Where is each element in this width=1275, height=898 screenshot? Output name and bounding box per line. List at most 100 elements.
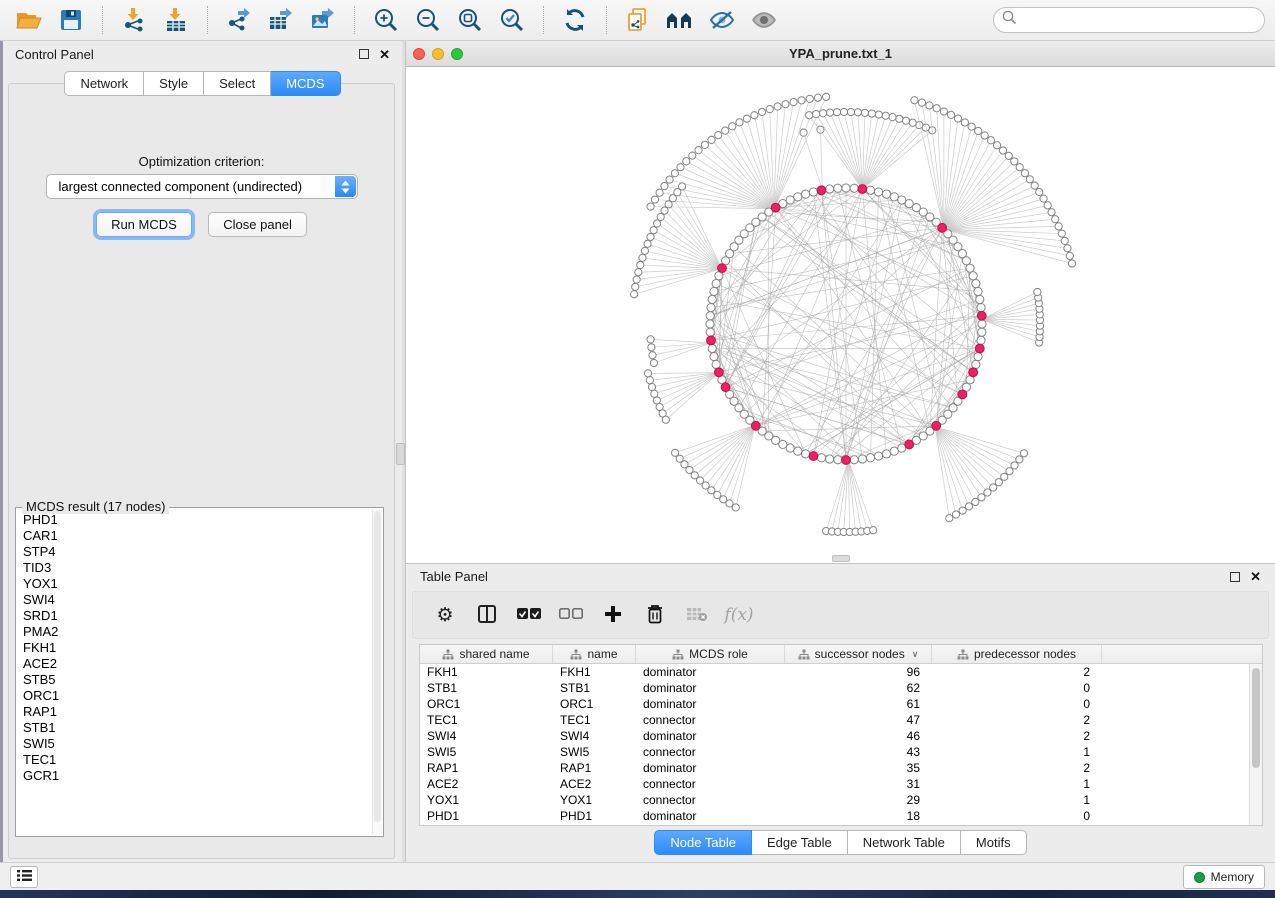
import-table-button[interactable]: [157, 4, 195, 36]
delete-table-button[interactable]: [681, 599, 713, 631]
duplicate-network-button[interactable]: [619, 4, 657, 36]
mcds-result-item[interactable]: GCR1: [23, 768, 371, 784]
mcds-result-item[interactable]: STB1: [23, 720, 371, 736]
criterion-dropdown-value: largest connected component (undirected): [59, 179, 303, 194]
table-row[interactable]: SWI5SWI5connector431: [420, 744, 1262, 760]
table-cell: 1: [932, 744, 1102, 760]
mcds-result-item[interactable]: FKH1: [23, 640, 371, 656]
mcds-result-item[interactable]: SRD1: [23, 608, 371, 624]
mcds-result-item[interactable]: PHD1: [23, 512, 371, 528]
network-canvas[interactable]: [406, 67, 1275, 563]
table-toolbar: ⚙ f(x): [412, 591, 1269, 639]
run-mcds-button[interactable]: Run MCDS: [96, 212, 192, 237]
mcds-result-item[interactable]: RAP1: [23, 704, 371, 720]
mcds-result-item[interactable]: TEC1: [23, 752, 371, 768]
export-image-button[interactable]: [304, 4, 342, 36]
table-panel: Table Panel ✕ ⚙ f(x) shared namenameMCDS…: [405, 563, 1275, 862]
tab-network-table[interactable]: Network Table: [848, 830, 961, 855]
table-cell: 1: [932, 776, 1102, 792]
mcds-result-item[interactable]: ACE2: [23, 656, 371, 672]
zoom-out-button[interactable]: [409, 4, 447, 36]
mcds-result-list[interactable]: PHD1CAR1STP4TID3YOX1SWI4SRD1PMA2FKH1ACE2…: [16, 512, 371, 836]
tab-motifs[interactable]: Motifs: [961, 830, 1027, 855]
table-row[interactable]: RAP1RAP1dominator352: [420, 760, 1262, 776]
select-all-button[interactable]: [513, 599, 545, 631]
search-input[interactable]: [1023, 13, 1256, 28]
table-settings-button[interactable]: ⚙: [429, 599, 461, 631]
close-panel-button[interactable]: Close panel: [208, 212, 307, 237]
refresh-layout-button[interactable]: [556, 4, 594, 36]
criterion-dropdown[interactable]: largest connected component (undirected): [46, 174, 358, 199]
mcds-result-item[interactable]: STP4: [23, 544, 371, 560]
table-cell: 0: [932, 680, 1102, 696]
table-row[interactable]: ORC1ORC1dominator610: [420, 696, 1262, 712]
table-row[interactable]: FKH1FKH1dominator962: [420, 664, 1262, 680]
close-panel-icon[interactable]: ✕: [379, 48, 390, 61]
network-splitter-grip[interactable]: [832, 555, 850, 562]
function-builder-button[interactable]: f(x): [723, 599, 755, 631]
table-row[interactable]: STB1STB1dominator620: [420, 680, 1262, 696]
network-window-titlebar[interactable]: YPA_prune.txt_1: [406, 41, 1275, 67]
tab-style[interactable]: Style: [144, 71, 204, 96]
deselect-all-button[interactable]: [555, 599, 587, 631]
table-row[interactable]: SWI4SWI4dominator462: [420, 728, 1262, 744]
mcds-result-item[interactable]: PMA2: [23, 624, 371, 640]
table-delete-icon: [686, 606, 708, 625]
column-header-predecessor-nodes[interactable]: predecessor nodes: [932, 645, 1102, 663]
tab-network[interactable]: Network: [64, 71, 144, 96]
first-neighbors-button[interactable]: [661, 4, 699, 36]
table-cell: connector: [636, 792, 785, 808]
hide-selected-button[interactable]: [703, 4, 741, 36]
close-table-panel-icon[interactable]: ✕: [1250, 570, 1261, 583]
mcds-result-item[interactable]: SWI5: [23, 736, 371, 752]
column-header-name[interactable]: name: [553, 645, 636, 663]
float-panel-icon[interactable]: [359, 49, 369, 59]
table-cell: 18: [785, 808, 932, 824]
mcds-result-item[interactable]: ORC1: [23, 688, 371, 704]
create-column-button[interactable]: [597, 599, 629, 631]
tab-node-table[interactable]: Node Table: [654, 830, 752, 855]
mcds-result-item[interactable]: CAR1: [23, 528, 371, 544]
table-row[interactable]: ACE2ACE2connector311: [420, 776, 1262, 792]
delete-column-button[interactable]: [639, 599, 671, 631]
zoom-selected-button[interactable]: [493, 4, 531, 36]
node-table-body: FKH1FKH1dominator962STB1STB1dominator620…: [420, 664, 1262, 824]
column-header-shared-name[interactable]: shared name: [420, 645, 553, 663]
mcds-result-item[interactable]: YOX1: [23, 576, 371, 592]
show-columns-button[interactable]: [471, 599, 503, 631]
panel-divider-grip[interactable]: [396, 443, 405, 465]
column-header-successor-nodes[interactable]: successor nodes∨: [785, 645, 932, 663]
zoom-fit-icon: [457, 7, 483, 33]
mcds-list-scrollbar[interactable]: [372, 510, 382, 834]
import-network-button[interactable]: [115, 4, 153, 36]
show-all-button[interactable]: [745, 4, 783, 36]
table-scrollbar[interactable]: [1249, 664, 1262, 825]
tab-select[interactable]: Select: [204, 71, 271, 96]
network-graph[interactable]: [406, 67, 1275, 563]
float-table-panel-icon[interactable]: [1230, 572, 1240, 582]
table-row[interactable]: TEC1TEC1connector472: [420, 712, 1262, 728]
export-table-button[interactable]: [262, 4, 300, 36]
zoom-in-button[interactable]: [367, 4, 405, 36]
table-row[interactable]: YOX1YOX1connector291: [420, 792, 1262, 808]
mcds-result-item[interactable]: SWI4: [23, 592, 371, 608]
tab-edge-table[interactable]: Edge Table: [752, 830, 848, 855]
mcds-result-item[interactable]: STB5: [23, 672, 371, 688]
zoom-fit-button[interactable]: [451, 4, 489, 36]
column-header-MCDS-role[interactable]: MCDS role: [636, 645, 785, 663]
memory-button[interactable]: Memory: [1183, 865, 1265, 889]
table-cell: ORC1: [420, 696, 553, 712]
table-row[interactable]: PHD1PHD1dominator180: [420, 808, 1262, 824]
table-hierarchy-icon: [957, 649, 969, 660]
table-panel-header: Table Panel ✕: [406, 564, 1275, 589]
task-history-button[interactable]: [10, 866, 38, 888]
mcds-result-item[interactable]: TID3: [23, 560, 371, 576]
table-scrollbar-thumb[interactable]: [1252, 668, 1260, 768]
save-session-button[interactable]: [52, 4, 90, 36]
search-icon: [1002, 10, 1017, 30]
zoom-out-icon: [415, 7, 441, 33]
search-box[interactable]: [993, 7, 1265, 33]
tab-mcds[interactable]: MCDS: [271, 71, 340, 96]
export-network-button[interactable]: [220, 4, 258, 36]
open-file-button[interactable]: [10, 4, 48, 36]
